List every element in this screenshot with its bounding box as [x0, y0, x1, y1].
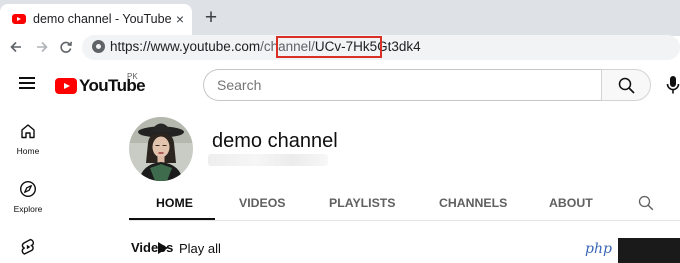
tab-about[interactable]: ABOUT	[549, 196, 593, 210]
avatar-portrait	[129, 117, 193, 181]
channel-name: demo channel	[212, 130, 338, 152]
forward-arrow-icon	[37, 41, 48, 53]
guide-menu-icon[interactable]	[19, 77, 35, 89]
reload-icon	[60, 41, 72, 53]
shorts-icon	[21, 238, 35, 255]
play-all-button[interactable]: Play all	[158, 239, 221, 257]
youtube-favicon-icon	[12, 14, 26, 24]
tab-close-icon[interactable]: ×	[173, 10, 187, 28]
guide-label-explore: Explore	[13, 204, 43, 214]
voice-search-button[interactable]	[665, 75, 680, 95]
new-tab-button[interactable]: +	[201, 7, 221, 30]
reload-button[interactable]	[57, 36, 75, 58]
tab-channels[interactable]: CHANNELS	[439, 196, 507, 210]
back-button[interactable]	[7, 36, 25, 58]
browser-tab[interactable]: demo channel - YouTube ×	[0, 4, 192, 36]
guide-item-home[interactable]: Home	[0, 122, 56, 156]
tab-videos[interactable]: VIDEOS	[239, 196, 285, 210]
back-arrow-icon	[10, 41, 21, 53]
microphone-icon	[666, 76, 680, 94]
guide-item-shorts[interactable]	[0, 237, 56, 257]
guide-item-explore[interactable]: Explore	[0, 180, 56, 214]
play-all-label: Play all	[179, 240, 221, 256]
youtube-play-logo-icon	[55, 78, 77, 94]
channel-tabs: HOME VIDEOS PLAYLISTS CHANNELS ABOUT	[129, 189, 680, 221]
url-host: https://www.youtube.com	[110, 39, 261, 54]
search-icon	[618, 77, 635, 94]
channel-id-highlight-box	[276, 36, 382, 58]
site-info-icon[interactable]	[92, 40, 105, 53]
search-input[interactable]	[203, 69, 601, 101]
active-tab-indicator	[129, 218, 215, 220]
php-watermark: php	[578, 238, 680, 263]
forward-button[interactable]	[33, 36, 51, 58]
home-icon	[21, 124, 35, 139]
youtube-masthead: YouTube PK	[0, 60, 680, 112]
watermark-text: php	[585, 241, 612, 257]
search-button[interactable]	[601, 69, 651, 101]
mini-guide: Home Explore	[0, 112, 56, 263]
search-icon	[638, 195, 654, 211]
channel-avatar[interactable]	[129, 117, 193, 181]
channel-handle-blurred	[208, 154, 328, 166]
tab-home[interactable]: HOME	[156, 196, 193, 210]
explore-icon	[19, 180, 37, 198]
channel-search-button[interactable]	[638, 195, 654, 216]
tab-title: demo channel - YouTube	[33, 12, 172, 26]
tab-playlists[interactable]: PLAYLISTS	[329, 196, 396, 210]
region-code: PK	[127, 72, 138, 81]
guide-label-home: Home	[16, 146, 40, 156]
play-icon	[158, 242, 168, 254]
browser-tabstrip: demo channel - YouTube × +	[0, 0, 680, 36]
